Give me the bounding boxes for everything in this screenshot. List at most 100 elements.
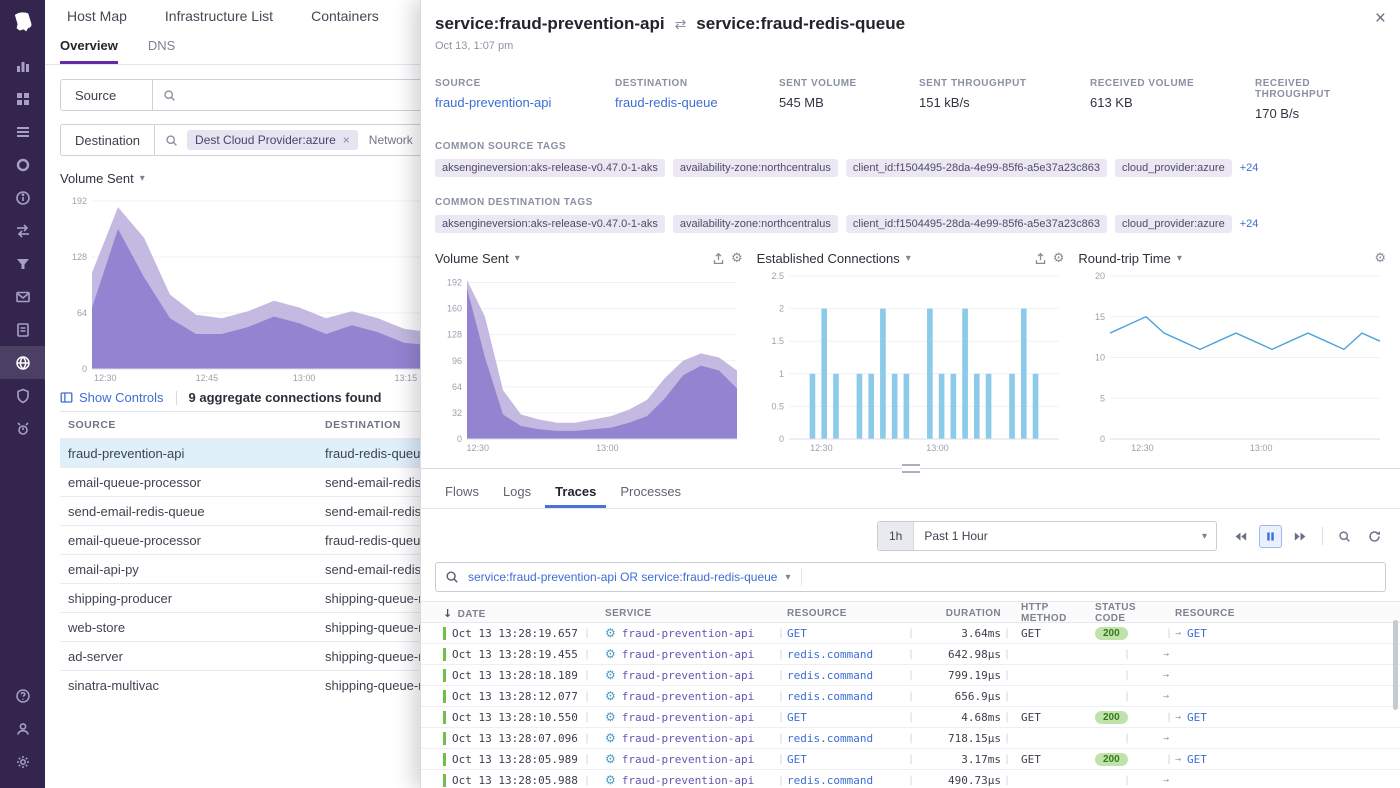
synthetics-icon[interactable] (0, 412, 45, 445)
fast-forward-button[interactable] (1289, 525, 1312, 548)
trace-row[interactable]: Oct 13 13:28:18.189 | ⚙fraud-prevention-… (421, 665, 1400, 686)
tag[interactable]: client_id:f1504495-28da-4e99-85f6-a5e37a… (846, 215, 1107, 233)
zoom-search-button[interactable] (1333, 525, 1356, 548)
linked-resource-column-header[interactable]: RESOURCE (1175, 608, 1400, 619)
security-icon[interactable] (0, 379, 45, 412)
refresh-button[interactable] (1363, 525, 1386, 548)
sub-tab[interactable]: Overview (60, 38, 118, 64)
gear-icon[interactable]: ⚙ (1053, 252, 1065, 265)
scrollbar-thumb[interactable] (1393, 620, 1398, 710)
destination-filter-label[interactable]: Destination (61, 125, 155, 155)
date-column-header[interactable]: ↓DATE (435, 607, 581, 620)
pause-button[interactable] (1259, 525, 1282, 548)
stat-label: RECEIVED VOLUME (1090, 78, 1255, 89)
trace-search-bar[interactable]: service:fraud-prevention-api OR service:… (435, 562, 1386, 592)
trace-row[interactable]: Oct 13 13:28:05.989 | ⚙fraud-prevention-… (421, 749, 1400, 770)
sub-tab[interactable]: DNS (148, 38, 175, 64)
trace-status-bar (443, 774, 446, 787)
trace-row[interactable]: Oct 13 13:28:19.657 | ⚙fraud-prevention-… (421, 623, 1400, 644)
analytics-icon[interactable] (0, 247, 45, 280)
duration-column-header[interactable]: DURATION (917, 608, 1001, 619)
svg-text:32: 32 (452, 408, 462, 418)
help-icon[interactable] (0, 679, 45, 712)
metrics-icon[interactable] (0, 49, 45, 82)
remove-tag-icon[interactable]: × (343, 133, 350, 147)
tag[interactable]: cloud_provider:azure (1115, 215, 1232, 233)
destination-filter-tag[interactable]: Dest Cloud Provider:azure × (187, 130, 358, 150)
tag[interactable]: availability-zone:northcentralus (673, 215, 838, 233)
export-icon[interactable] (1034, 252, 1047, 265)
chart-title[interactable]: Established Connections (757, 251, 900, 266)
export-icon[interactable] (712, 252, 725, 265)
nav-tab[interactable]: Infrastructure List (165, 8, 273, 24)
trace-table-body: Oct 13 13:28:19.657 | ⚙fraud-prevention-… (421, 623, 1400, 788)
time-shortcut[interactable]: 1h (878, 522, 914, 550)
svg-text:96: 96 (452, 356, 462, 366)
trace-row[interactable]: Oct 13 13:28:05.988 | ⚙fraud-prevention-… (421, 770, 1400, 788)
trace-service: ⚙fraud-prevention-api (593, 647, 775, 661)
datadog-logo[interactable] (8, 7, 38, 37)
trace-search-query[interactable]: service:fraud-prevention-api OR service:… (468, 570, 777, 584)
host-map-icon[interactable] (0, 82, 45, 115)
gear-icon[interactable]: ⚙ (1374, 252, 1386, 265)
nav-tab[interactable]: Containers (311, 8, 379, 24)
status-badge: 200 (1095, 753, 1128, 766)
trace-search-input[interactable] (801, 568, 1376, 586)
connection-source: email-queue-processor (60, 475, 317, 490)
notebook-icon[interactable] (0, 181, 45, 214)
common-destination-tags: COMMON DESTINATION TAGS aksengineversion… (435, 197, 1386, 233)
tag[interactable]: availability-zone:northcentralus (673, 159, 838, 177)
chart-title[interactable]: Round-trip Time (1078, 251, 1170, 266)
panel-tab[interactable]: Flows (435, 479, 489, 508)
nav-tab[interactable]: Host Map (67, 8, 127, 24)
filter-token-partial[interactable]: Network (369, 133, 413, 147)
panel-tab[interactable]: Logs (493, 479, 541, 508)
show-controls-button[interactable]: Show Controls (60, 390, 164, 405)
more-tags-link[interactable]: +24 (1240, 218, 1259, 230)
connection-source: shipping-producer (60, 591, 317, 606)
service-column-header[interactable]: SERVICE (593, 608, 775, 619)
tag[interactable]: aksengineversion:aks-release-v0.47.0-1-a… (435, 159, 665, 177)
chevron-down-icon: ▾ (906, 253, 911, 264)
http-method-column-header[interactable]: HTTP METHOD (1013, 602, 1091, 624)
established-connections-chart: 00.511.522.512:3013:00 (757, 270, 1065, 454)
gear-icon[interactable]: ⚙ (731, 252, 743, 265)
trace-status-bar (443, 627, 446, 640)
integrations-icon[interactable] (0, 214, 45, 247)
tag[interactable]: cloud_provider:azure (1115, 159, 1232, 177)
panel-tab[interactable]: Processes (610, 479, 691, 508)
trace-row[interactable]: Oct 13 13:28:12.077 | ⚙fraud-prevention-… (421, 686, 1400, 707)
trace-service: ⚙fraud-prevention-api (593, 773, 775, 787)
chart-title[interactable]: Volume Sent (435, 251, 509, 266)
logs-icon[interactable] (0, 313, 45, 346)
trace-status-bar (443, 690, 446, 703)
apm-icon[interactable] (0, 148, 45, 181)
tag[interactable]: aksengineversion:aks-release-v0.47.0-1-a… (435, 215, 665, 233)
close-icon[interactable]: × (1375, 8, 1386, 30)
infrastructure-list-icon[interactable] (0, 115, 45, 148)
column-separator: | (905, 670, 917, 681)
arrow-icon: → (1175, 712, 1181, 723)
status-code-column-header[interactable]: STATUS CODE (1091, 602, 1163, 624)
rewind-button[interactable] (1229, 525, 1252, 548)
panel-tab[interactable]: Traces (545, 479, 606, 508)
trace-service: ⚙fraud-prevention-api (593, 626, 775, 640)
source-filter-label[interactable]: Source (61, 80, 153, 110)
more-tags-link[interactable]: +24 (1240, 162, 1259, 174)
settings-icon[interactable] (0, 745, 45, 778)
source-column-header[interactable]: Source (60, 419, 317, 431)
time-range-selector[interactable]: 1h Past 1 Hour ▾ (877, 521, 1217, 551)
metric-selector[interactable]: Volume Sent ▾ (60, 171, 145, 186)
stat: SENT VOLUME 545 MB (779, 78, 919, 121)
tag[interactable]: client_id:f1504495-28da-4e99-85f6-a5e37a… (846, 159, 1107, 177)
trace-row[interactable]: Oct 13 13:28:10.550 | ⚙fraud-prevention-… (421, 707, 1400, 728)
trace-row[interactable]: Oct 13 13:28:19.455 | ⚙fraud-prevention-… (421, 644, 1400, 665)
trace-row[interactable]: Oct 13 13:28:07.096 | ⚙fraud-prevention-… (421, 728, 1400, 749)
resource-column-header[interactable]: RESOURCE (787, 608, 905, 619)
network-icon[interactable] (0, 346, 45, 379)
panel-resize-handle[interactable] (902, 464, 920, 473)
svg-text:0.5: 0.5 (771, 401, 784, 411)
account-icon[interactable] (0, 712, 45, 745)
column-separator: | (905, 733, 917, 744)
rum-icon[interactable] (0, 280, 45, 313)
